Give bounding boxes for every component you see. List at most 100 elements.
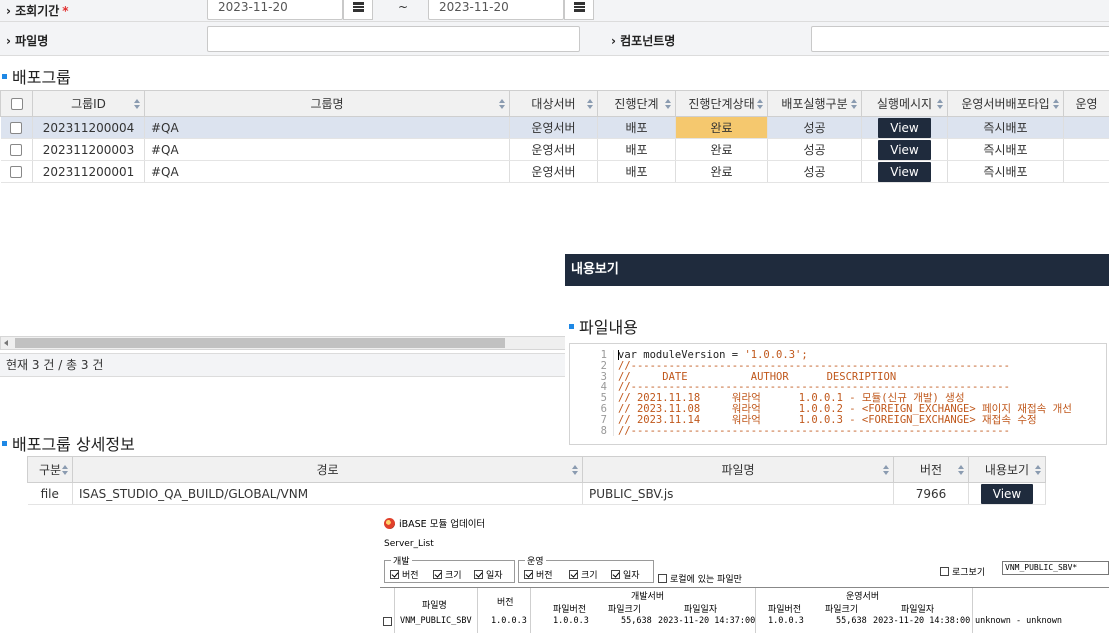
deploy-type-cell: 즉시배포: [947, 138, 1064, 161]
col-target-server[interactable]: 대상서버: [509, 90, 598, 117]
dev-version-option[interactable]: 버전: [390, 568, 419, 581]
view-message-button[interactable]: View: [878, 139, 931, 160]
bullet-icon: [2, 73, 7, 79]
col-group-name[interactable]: 그룹명: [144, 90, 510, 117]
sort-icon[interactable]: [958, 465, 964, 475]
sort-icon[interactable]: [134, 99, 140, 109]
list-item[interactable]: VNM_PUBLIC_SBV 1.0.0.3 1.0.0.3 55,638 20…: [380, 614, 1109, 628]
ops-version-cell: 1.0.0.3: [768, 616, 804, 626]
kind-cell: file: [27, 482, 73, 505]
bullet-icon: [569, 323, 574, 329]
required-mark: *: [62, 4, 69, 18]
col-path[interactable]: 경로: [72, 456, 583, 483]
col-exec-message[interactable]: 실행메시지: [861, 90, 948, 117]
table-row[interactable]: 202311200003 #QA 운영서버 배포 완료 성공 View 즉시배포: [0, 138, 1109, 161]
extra-cell: [1063, 116, 1109, 139]
status-cell: unknown - unknown: [975, 616, 1062, 626]
sort-icon[interactable]: [851, 99, 857, 109]
version-cell: 1.0.0.3: [491, 616, 527, 626]
row-checkbox-cell[interactable]: [0, 116, 33, 139]
date-from-input[interactable]: 2023-11-20: [207, 0, 343, 20]
dev-size-checkbox[interactable]: [433, 570, 442, 579]
server-cell: 운영서버: [509, 138, 598, 161]
row-checkbox[interactable]: [10, 144, 23, 156]
col-version[interactable]: 버전: [893, 456, 969, 483]
view-content-button[interactable]: View: [980, 483, 1034, 504]
dev-date-option[interactable]: 일자: [474, 568, 503, 581]
component-name-label: › 컴포넌트명: [611, 34, 676, 48]
sort-icon[interactable]: [757, 99, 763, 109]
calendar-icon: [573, 2, 585, 12]
date-to-calendar-button[interactable]: [564, 0, 594, 20]
col-exec-type[interactable]: 배포실행구분: [767, 90, 862, 117]
ops-date-cell: 2023-11-20 14:38:00: [873, 616, 971, 626]
server-cell: 운영서버: [509, 160, 598, 183]
deploy-type-cell: 즉시배포: [947, 116, 1064, 139]
bullet-icon: [2, 440, 7, 446]
view-message-button[interactable]: View: [878, 117, 931, 138]
scroll-left-arrow-icon[interactable]: [4, 340, 8, 346]
scroll-thumb[interactable]: [15, 338, 505, 348]
col-view[interactable]: 내용보기: [968, 456, 1046, 483]
updater-title-bar: iBASE 모듈 업데이터: [384, 516, 485, 530]
file-select-checkbox[interactable]: [383, 617, 392, 626]
sort-icon[interactable]: [62, 465, 68, 475]
local-only-option[interactable]: 로컬에 있는 파일만: [658, 572, 742, 585]
table-row[interactable]: file ISAS_STUDIO_QA_BUILD/GLOBAL/VNM PUB…: [27, 482, 1046, 505]
deploy-detail-grid: 구분 경로 파일명 버전 내용보기 file ISAS_STUDIO_QA_BU…: [27, 456, 1046, 505]
dev-date-checkbox[interactable]: [474, 570, 483, 579]
row-checkbox-cell[interactable]: [0, 138, 33, 161]
col-extra[interactable]: 운영: [1063, 90, 1109, 117]
component-name-input[interactable]: [811, 26, 1109, 52]
sort-icon[interactable]: [937, 99, 943, 109]
code-line: 8//-------------------------------------…: [570, 425, 1106, 437]
dev-version-checkbox[interactable]: [390, 570, 399, 579]
server-cell: 운영서버: [509, 116, 598, 139]
select-all-checkbox-cell[interactable]: [0, 90, 33, 117]
date-to-input[interactable]: 2023-11-20: [428, 0, 564, 20]
col-kind[interactable]: 구분: [27, 456, 73, 483]
row-checkbox[interactable]: [10, 122, 23, 134]
row-checkbox-cell[interactable]: [0, 160, 33, 183]
ops-size-option[interactable]: 크기: [569, 568, 598, 581]
sort-icon[interactable]: [1053, 99, 1059, 109]
group-id-cell: 202311200003: [32, 138, 145, 161]
ops-size-checkbox[interactable]: [569, 570, 578, 579]
sort-icon[interactable]: [1035, 465, 1041, 475]
sort-icon[interactable]: [665, 99, 671, 109]
date-from-calendar-button[interactable]: [343, 0, 373, 20]
log-filter-input[interactable]: VNM_PUBLIC_SBV*: [1002, 561, 1109, 575]
col-stage[interactable]: 진행단계: [597, 90, 676, 117]
message-cell: View: [861, 160, 948, 183]
sort-icon[interactable]: [587, 99, 593, 109]
file-content-editor[interactable]: 1 var moduleVersion = '1.0.0.3'; 2//-----…: [569, 343, 1107, 445]
group-name-cell: #QA: [144, 138, 510, 161]
ops-date-option[interactable]: 일자: [611, 568, 640, 581]
table-row[interactable]: 202311200004 #QA 운영서버 배포 완료 성공 View 즉시배포: [0, 116, 1109, 139]
sort-icon[interactable]: [499, 99, 505, 109]
group-grid-horizontal-scrollbar[interactable]: [0, 336, 566, 350]
col-stage-status[interactable]: 진행단계상태: [675, 90, 768, 117]
local-only-checkbox[interactable]: [658, 574, 667, 583]
row-checkbox[interactable]: [10, 166, 23, 178]
sort-icon[interactable]: [883, 465, 889, 475]
ops-version-checkbox[interactable]: [524, 570, 533, 579]
header-version: 버전: [497, 598, 514, 608]
select-all-checkbox[interactable]: [10, 98, 23, 110]
ops-version-option[interactable]: 버전: [524, 568, 553, 581]
ops-date-checkbox[interactable]: [611, 570, 620, 579]
file-name-cell: PUBLIC_SBV.js: [582, 482, 894, 505]
group-id-cell: 202311200001: [32, 160, 145, 183]
col-deploy-type[interactable]: 운영서버배포타입: [947, 90, 1064, 117]
file-name-input[interactable]: [207, 26, 580, 52]
col-group-id[interactable]: 그룹ID: [32, 90, 145, 117]
table-row[interactable]: 202311200001 #QA 운영서버 배포 완료 성공 View 즉시배포: [0, 160, 1109, 183]
dev-size-option[interactable]: 크기: [433, 568, 462, 581]
header-ops-server: 운영서버: [846, 592, 880, 602]
sort-icon[interactable]: [572, 465, 578, 475]
view-message-button[interactable]: View: [878, 161, 931, 182]
log-view-checkbox[interactable]: [940, 567, 949, 576]
log-view-option[interactable]: 로그보기: [940, 565, 985, 578]
col-file-name[interactable]: 파일명: [582, 456, 894, 483]
stage-status-cell: 완료: [675, 160, 768, 183]
